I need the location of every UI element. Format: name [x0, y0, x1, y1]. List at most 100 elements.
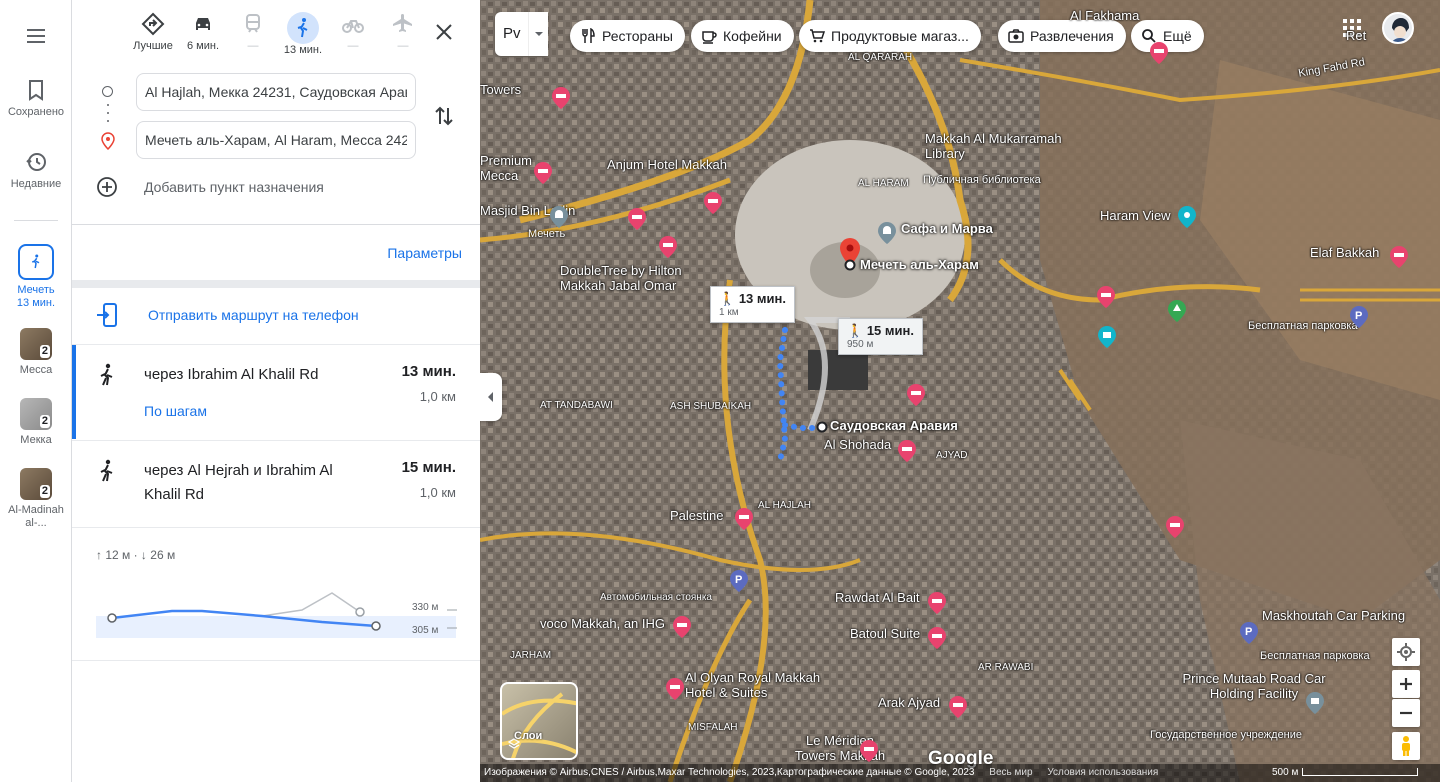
avatar[interactable]	[1382, 12, 1414, 44]
zoom-out-button[interactable]	[1392, 699, 1420, 727]
recent-button[interactable]: Недавние	[0, 150, 72, 190]
options-link[interactable]: Параметры	[387, 245, 462, 261]
callout-distance: 950 м	[847, 339, 874, 350]
map-label[interactable]: Anjum Hotel Makkah	[607, 157, 727, 172]
rail-recent-item[interactable]: 2 Мекка	[0, 398, 72, 446]
add-circle-icon	[97, 177, 117, 197]
saved-label: Сохранено	[7, 106, 65, 118]
mode-car[interactable]: 6 мин.	[178, 12, 228, 52]
parking-pin-icon[interactable]: P	[1240, 622, 1258, 644]
saved-button[interactable]: Сохранено	[0, 78, 72, 118]
hotel-pin-icon[interactable]	[949, 696, 967, 718]
elevation-max: 330 м	[412, 602, 438, 613]
map-label[interactable]: Rawdat Al Bait	[835, 590, 920, 605]
parking-pin-icon[interactable]: P	[1350, 306, 1368, 328]
menu-button[interactable]	[0, 24, 72, 52]
hotel-pin-icon[interactable]	[552, 87, 570, 109]
mode-label: 6 мин.	[186, 40, 219, 52]
close-button[interactable]	[432, 20, 456, 44]
destination-input[interactable]	[136, 121, 416, 159]
hotel-pin-icon[interactable]	[1390, 246, 1408, 268]
map-label[interactable]: Makkah Al Mukarramah Library	[925, 131, 1065, 161]
mode-flight[interactable]: —	[378, 12, 428, 52]
hotel-pin-icon[interactable]	[735, 508, 753, 530]
whole-world-link[interactable]: Весь мир	[989, 767, 1032, 778]
museum-pin-icon[interactable]	[1098, 326, 1116, 348]
rail-divider	[14, 220, 58, 221]
route-option[interactable]: через Al Hejrah и Ibrahim Al Khalil Rd 1…	[72, 440, 480, 528]
map-label[interactable]: Сафа и Марва	[901, 221, 993, 236]
mosque-pin-icon[interactable]	[878, 222, 896, 244]
rail-current-route[interactable]: Мечеть 13 мин.	[0, 244, 72, 310]
map-label[interactable]: Al Olyan Royal Makkah Hotel & Suites	[685, 670, 835, 700]
origin-label[interactable]: Саудовская Аравия	[830, 418, 958, 433]
hotel-pin-icon[interactable]	[1150, 42, 1168, 64]
park-pin-icon[interactable]	[1168, 300, 1186, 322]
hotel-pin-icon[interactable]	[628, 208, 646, 230]
mode-walk[interactable]: 13 мин.	[278, 12, 328, 56]
map-label[interactable]: Batoul Suite	[850, 626, 920, 641]
route-callout-primary[interactable]: 🚶 13 мин. 1 км	[710, 286, 795, 323]
map-label[interactable]: Al Fakhama	[1070, 8, 1139, 23]
send-to-phone-button[interactable]: Отправить маршрут на телефон	[96, 302, 359, 328]
mode-best[interactable]: Лучшие	[128, 12, 178, 52]
route-callout-alt[interactable]: 🚶 15 мин. 950 м	[838, 318, 923, 355]
chip-label: Кофейни	[723, 28, 782, 44]
map-label[interactable]: Premium Mecca	[480, 153, 540, 183]
map-label[interactable]: Maskhoutah Car Parking	[1262, 608, 1405, 623]
mode-transit[interactable]: —	[228, 12, 278, 52]
map-label[interactable]: Haram View	[1100, 208, 1171, 223]
map-canvas[interactable]: Рv Рестораны Кофейни Продуктовые магаз..…	[480, 0, 1440, 782]
zoom-in-button[interactable]	[1392, 670, 1420, 698]
map-label[interactable]: Elaf Bakkah	[1310, 245, 1379, 260]
hotel-pin-icon[interactable]	[928, 627, 946, 649]
send-to-phone-icon	[97, 303, 117, 327]
layers-button[interactable]: Слои	[500, 682, 578, 760]
map-label[interactable]: DoubleTree by Hilton Makkah Jabal Omar	[560, 263, 690, 293]
hotel-pin-icon[interactable]	[1166, 516, 1184, 538]
plane-icon	[393, 14, 412, 32]
camera-pin-icon[interactable]	[1178, 206, 1196, 228]
attribution-bar: Изображения © Airbus,CNES / Airbus,Maxar…	[480, 764, 1440, 782]
walk-icon: 🚶	[847, 323, 867, 338]
parking-pin-icon[interactable]: P	[730, 570, 748, 592]
hotel-pin-icon[interactable]	[666, 678, 684, 700]
mode-bike[interactable]: —	[328, 12, 378, 52]
hotel-pin-icon[interactable]	[860, 740, 878, 762]
map-label[interactable]: Al Shohada	[824, 437, 891, 452]
hotel-pin-icon[interactable]	[659, 236, 677, 258]
my-location-button[interactable]	[1392, 638, 1420, 666]
route-option[interactable]: через Ibrahim Al Khalil Rd 13 мин. 1,0 к…	[72, 345, 480, 439]
mosque-pin-icon[interactable]	[550, 206, 568, 228]
map-label[interactable]: Palestine	[670, 508, 723, 523]
cart-icon	[810, 29, 825, 43]
hotel-pin-icon[interactable]	[1097, 286, 1115, 308]
search-dropdown-button[interactable]	[528, 12, 548, 56]
chip-groceries[interactable]: Продуктовые магаз...	[799, 20, 981, 52]
gov-building-pin-icon[interactable]	[1306, 692, 1324, 714]
street-view-pegman[interactable]	[1392, 732, 1420, 760]
chip-entertainment[interactable]: Развлечения	[998, 20, 1126, 52]
hotel-pin-icon[interactable]	[534, 162, 552, 184]
map-label[interactable]: voco Makkah, an IHG	[540, 616, 665, 631]
chip-coffee[interactable]: Кофейни	[691, 20, 794, 52]
rail-recent-item[interactable]: 2 Месса	[0, 328, 72, 376]
add-destination-button[interactable]: Добавить пункт назначения	[96, 175, 324, 199]
origin-input[interactable]	[136, 73, 416, 111]
hotel-pin-icon[interactable]	[673, 616, 691, 638]
terms-link[interactable]: Условия использования	[1047, 767, 1158, 778]
map-label[interactable]: Towers	[480, 82, 521, 97]
destination-label[interactable]: Мечеть аль-Харам	[860, 257, 979, 272]
swap-button[interactable]	[434, 104, 454, 133]
steps-link[interactable]: По шагам	[144, 403, 207, 419]
hotel-pin-icon[interactable]	[898, 440, 916, 462]
hotel-pin-icon[interactable]	[907, 384, 925, 406]
hotel-pin-icon[interactable]	[704, 192, 722, 214]
collapse-panel-button[interactable]	[480, 373, 502, 421]
rail-recent-item[interactable]: 2 Al-Madinah al-...	[0, 468, 72, 530]
map-label[interactable]: Arak Ajyad	[878, 695, 940, 710]
chip-restaurants[interactable]: Рестораны	[570, 20, 685, 52]
camera-icon	[1008, 29, 1024, 43]
map-label[interactable]: Le Méridien Towers Makkah	[785, 733, 895, 763]
hotel-pin-icon[interactable]	[928, 592, 946, 614]
